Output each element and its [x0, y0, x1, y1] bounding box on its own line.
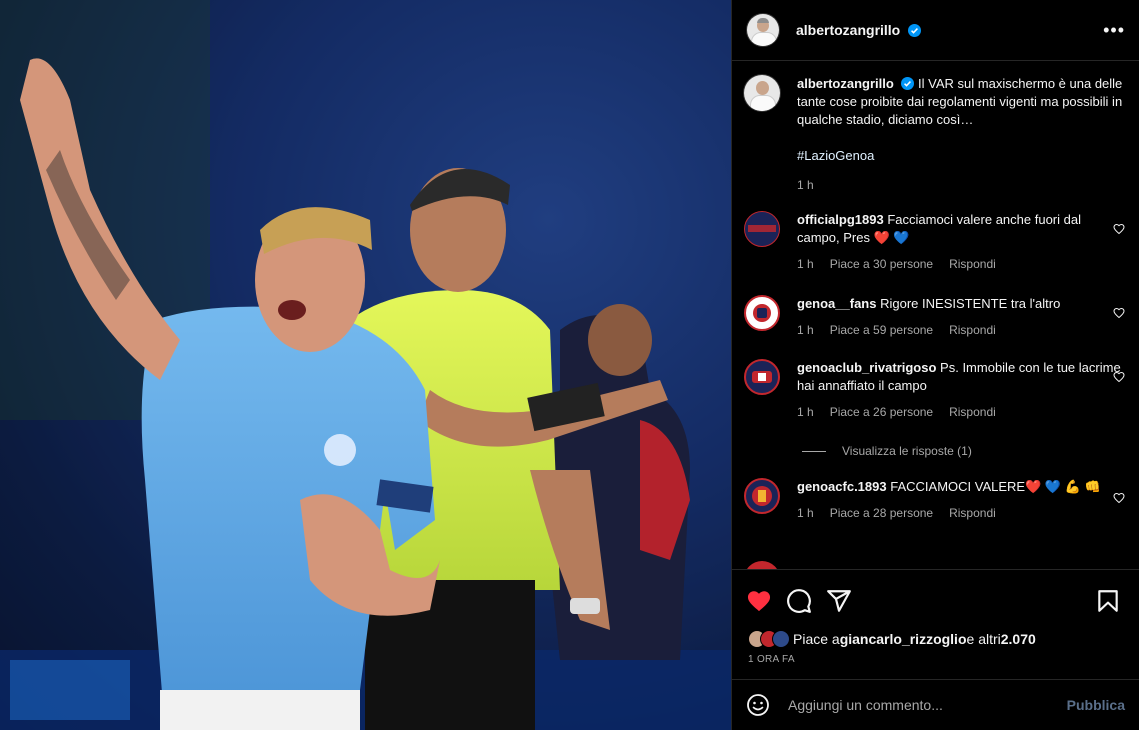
comment-item: genoaclub_rivatrigoso Ps. Immobile con l… — [744, 359, 1125, 421]
comment-input[interactable] — [786, 696, 1067, 714]
comment-likes[interactable]: Piace a 26 persone — [830, 403, 933, 421]
comment-username[interactable]: officialpg1893 — [797, 212, 884, 227]
likes-count[interactable]: 2.070 — [1001, 631, 1036, 647]
comment-like-icon[interactable] — [1113, 371, 1125, 383]
reply-button[interactable]: Rispondi — [949, 504, 996, 522]
comments-list[interactable]: albertozangrillo Il VAR sul maxischermo … — [732, 61, 1139, 569]
publish-button[interactable]: Pubblica — [1067, 697, 1125, 713]
comment-item: genoacfc.1893 FACCIAMOCI VALERE❤️ 💙 💪 👊 … — [744, 478, 1125, 522]
bookmark-icon[interactable] — [1095, 588, 1121, 614]
heart-icon[interactable] — [746, 588, 772, 614]
comment-time: 1 h — [797, 405, 814, 419]
author-avatar[interactable] — [744, 75, 780, 111]
share-icon[interactable] — [826, 588, 852, 614]
comment-like-icon[interactable] — [1113, 492, 1125, 504]
comment-icon[interactable] — [786, 588, 812, 614]
comment-time: 1 h — [797, 506, 814, 520]
post-modal: albertozangrillo ••• albertozangrillo Il… — [0, 0, 1139, 730]
post-actions: Piace a giancarlo_rizzoglio e altri 2.07… — [732, 569, 1139, 679]
emoji-icon[interactable] — [746, 693, 770, 717]
comment-item: officialpg1893 Facciamoci valere anche f… — [744, 211, 1125, 273]
view-replies-button[interactable]: Visualizza le risposte (1) — [802, 444, 972, 458]
likes-summary[interactable]: Piace a giancarlo_rizzoglio e altri 2.07… — [748, 630, 1036, 648]
post-timestamp: 1 ORA FA — [748, 654, 795, 665]
reply-button[interactable]: Rispondi — [949, 321, 996, 339]
caption: albertozangrillo Il VAR sul maxischermo … — [744, 75, 1125, 194]
liker-avatars — [748, 630, 790, 648]
reply-button[interactable]: Rispondi — [949, 255, 996, 273]
commenter-avatar[interactable] — [744, 211, 780, 247]
view-replies-label: Visualizza le risposte (1) — [842, 444, 972, 458]
comment-time: 1 h — [797, 257, 814, 271]
comment-likes[interactable]: Piace a 28 persone — [830, 504, 933, 522]
verified-icon — [901, 77, 915, 90]
likes-prefix: Piace a — [793, 631, 840, 647]
more-icon[interactable]: ••• — [1103, 21, 1125, 39]
photo-scene — [0, 0, 731, 730]
add-comment-bar: Pubblica — [732, 679, 1139, 730]
comment-username[interactable]: genoacfc.1893 — [797, 479, 887, 494]
comment-like-icon[interactable] — [1113, 307, 1125, 319]
comment-likes[interactable]: Piace a 30 persone — [830, 255, 933, 273]
commenter-avatar[interactable] — [744, 478, 780, 514]
comment-username[interactable]: genoaclub_rivatrigoso — [797, 360, 936, 375]
reply-button[interactable]: Rispondi — [949, 403, 996, 421]
comment-likes[interactable]: Piace a 59 persone — [830, 321, 933, 339]
author-avatar[interactable] — [747, 14, 779, 46]
author-username[interactable]: albertozangrillo — [796, 22, 922, 38]
post-sidebar: albertozangrillo ••• albertozangrillo Il… — [731, 0, 1139, 730]
post-image[interactable] — [0, 0, 731, 730]
likes-suffix: e altri — [966, 631, 1001, 647]
hashtag-link[interactable]: #LazioGenoa — [797, 147, 1125, 165]
comment-text: FACCIAMOCI VALERE❤️ 💙 💪 👊 — [890, 479, 1101, 494]
caption-username[interactable]: albertozangrillo — [797, 76, 894, 91]
replies-divider — [802, 450, 826, 452]
comment-text: Rigore INESISTENTE tra l'altro — [880, 296, 1061, 311]
liker-username[interactable]: giancarlo_rizzoglio — [840, 631, 967, 647]
comment-item-partial — [744, 561, 1125, 569]
post-header: albertozangrillo ••• — [732, 0, 1139, 61]
comment-username[interactable]: genoa__fans — [797, 296, 876, 311]
commenter-avatar[interactable] — [744, 295, 780, 331]
verified-icon — [908, 24, 922, 37]
commenter-avatar[interactable] — [744, 561, 780, 569]
comment-item: genoa__fans Rigore INESISTENTE tra l'alt… — [744, 295, 1125, 339]
commenter-avatar[interactable] — [744, 359, 780, 395]
comment-time: 1 h — [797, 323, 814, 337]
comment-like-icon[interactable] — [1113, 223, 1125, 235]
caption-time: 1 h — [797, 178, 814, 192]
